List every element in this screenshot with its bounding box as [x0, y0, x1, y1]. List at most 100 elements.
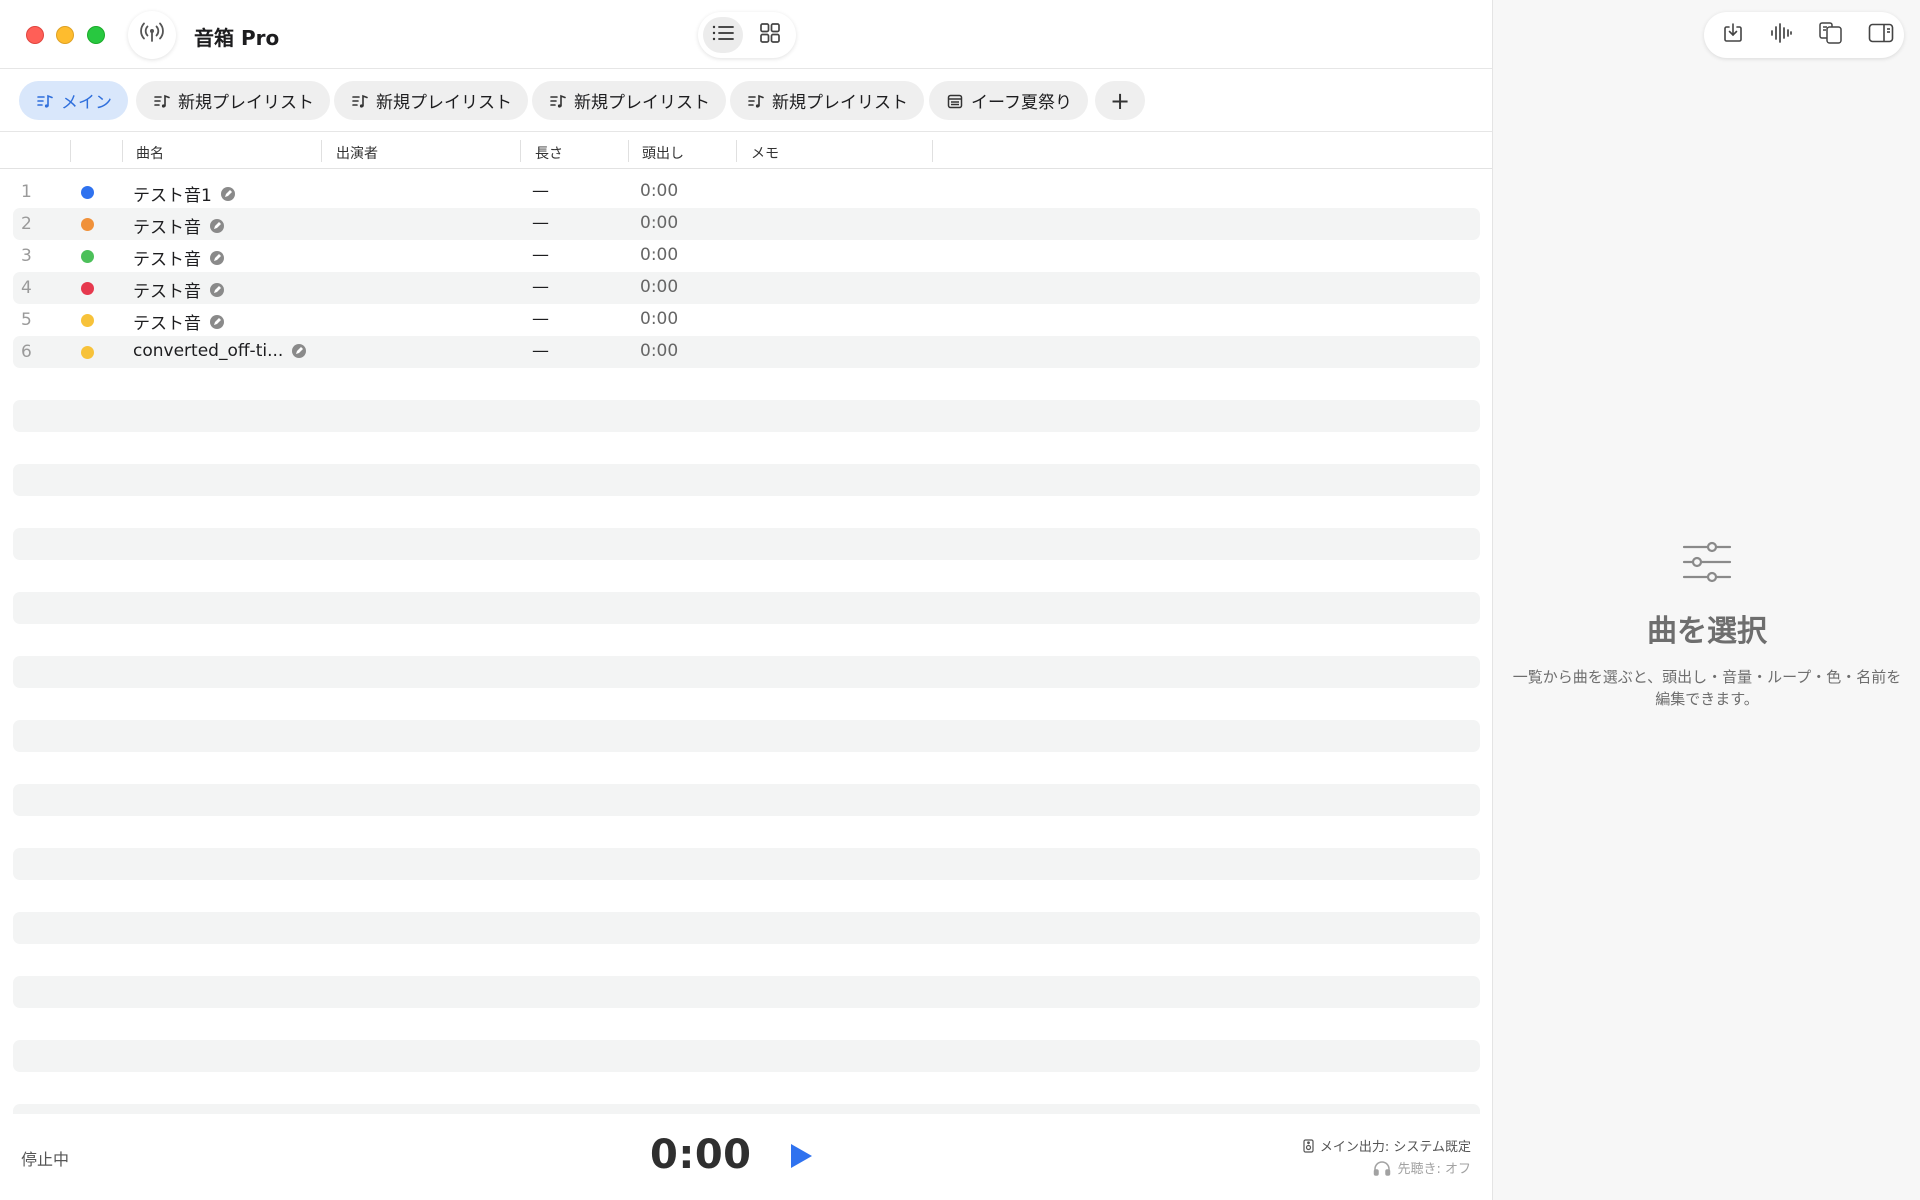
track-number: 2: [21, 214, 32, 234]
waveform-icon: [1769, 22, 1793, 48]
tab-main[interactable]: メイン: [19, 81, 128, 120]
track-title-cell: converted_off-ti...: [133, 341, 307, 361]
track-length: —: [532, 309, 549, 329]
track-cue: 0:00: [640, 245, 679, 265]
close-window-button[interactable]: [26, 26, 44, 44]
track-length: —: [532, 245, 549, 265]
edit-badge-icon[interactable]: [209, 218, 225, 234]
track-number: 6: [21, 342, 32, 362]
column-divider: [70, 140, 71, 162]
empty-row: [13, 912, 1480, 944]
track-cue: 0:00: [640, 277, 679, 297]
edit-badge-icon[interactable]: [209, 250, 225, 266]
import-button[interactable]: [1718, 21, 1748, 49]
minimize-window-button[interactable]: [56, 26, 74, 44]
track-title: テスト音: [133, 250, 201, 270]
table-row[interactable]: 5 テスト音 — 0:00: [13, 304, 1480, 336]
empty-row: [13, 784, 1480, 816]
broadcast-button[interactable]: [128, 11, 176, 59]
track-color-dot[interactable]: [81, 250, 94, 263]
track-color-dot[interactable]: [81, 186, 94, 199]
view-mode-switch: [698, 12, 796, 58]
speaker-icon: [1303, 1138, 1314, 1153]
music-list-icon: [154, 93, 170, 109]
track-length: —: [532, 277, 549, 297]
edit-badge-icon[interactable]: [209, 282, 225, 298]
track-number: 4: [21, 278, 32, 298]
empty-row: [13, 528, 1480, 560]
table-row[interactable]: 1 テスト音1 — 0:00: [13, 176, 1480, 208]
column-divider: [736, 140, 737, 162]
edit-badge-icon[interactable]: [209, 314, 225, 330]
edit-badge-icon[interactable]: [220, 186, 236, 202]
column-header-performer[interactable]: 出演者: [336, 143, 378, 163]
track-title-cell: テスト音: [133, 277, 225, 302]
sliders-icon: [1493, 540, 1920, 584]
column-header-length[interactable]: 長さ: [535, 143, 563, 163]
main-output-setting[interactable]: メイン出力: システム既定: [1303, 1136, 1471, 1155]
empty-row: [13, 1040, 1480, 1072]
tab-event[interactable]: イーフ夏祭り: [929, 81, 1088, 120]
list-view-button[interactable]: [703, 17, 743, 53]
music-list-icon: [748, 93, 764, 109]
track-color-dot[interactable]: [81, 314, 94, 327]
tab-label: イーフ夏祭り: [971, 93, 1072, 113]
toggle-sidebar-button[interactable]: [1866, 21, 1896, 49]
column-header-memo[interactable]: メモ: [751, 143, 779, 163]
track-length: —: [532, 341, 549, 361]
add-playlist-button[interactable]: +: [1095, 81, 1145, 120]
play-icon: [788, 1142, 814, 1174]
tab-playlist[interactable]: 新規プレイリスト: [730, 81, 924, 120]
copy-button[interactable]: [1816, 21, 1846, 49]
grid-icon: [759, 22, 781, 48]
list-icon: [711, 23, 735, 47]
tab-playlist[interactable]: 新規プレイリスト: [334, 81, 528, 120]
tab-label: 新規プレイリスト: [376, 93, 512, 113]
track-title: テスト音: [133, 314, 201, 334]
column-divider: [628, 140, 629, 162]
table-row[interactable]: 2 テスト音 — 0:00: [13, 208, 1480, 240]
column-header-title[interactable]: 曲名: [136, 143, 164, 163]
track-length: —: [532, 213, 549, 233]
empty-row: [13, 656, 1480, 688]
inspector-empty-description: 一覧から曲を選ぶと、頭出し・音量・ループ・色・名前を編集できます。: [1512, 668, 1902, 708]
tab-label: 新規プレイリスト: [772, 93, 908, 113]
transport-bar: 停止中 0:00 メイン出力: システム既定 先聴き: オフ: [0, 1114, 1492, 1200]
grid-view-button[interactable]: [750, 17, 790, 53]
track-color-dot[interactable]: [81, 218, 94, 231]
track-title: テスト音1: [133, 186, 212, 206]
tab-playlist[interactable]: 新規プレイリスト: [532, 81, 726, 120]
play-button[interactable]: [785, 1142, 817, 1174]
tab-label: メイン: [61, 93, 112, 113]
track-title: テスト音: [133, 282, 201, 302]
headphones-icon: [1373, 1160, 1391, 1176]
import-icon: [1722, 22, 1744, 48]
track-cue: 0:00: [640, 181, 679, 201]
column-divider: [520, 140, 521, 162]
preview-output-setting[interactable]: 先聴き: オフ: [1373, 1158, 1471, 1177]
playback-status: 停止中: [21, 1150, 70, 1169]
inspector-panel: 曲を選択 一覧から曲を選ぶと、頭出し・音量・ループ・色・名前を編集できます。: [1492, 0, 1920, 1200]
column-header-cue[interactable]: 頭出し: [642, 143, 684, 163]
table-row[interactable]: 4 テスト音 — 0:00: [13, 272, 1480, 304]
column-divider: [122, 140, 123, 162]
tab-playlist[interactable]: 新規プレイリスト: [136, 81, 330, 120]
zoom-window-button[interactable]: [87, 26, 105, 44]
music-list-icon: [352, 93, 368, 109]
waveform-button[interactable]: [1766, 21, 1796, 49]
main-window: 音箱 Pro メイン 新規プレイリスト 新規プレイリスト 新規プレイリスト 新規…: [0, 0, 1492, 1200]
broadcast-icon: [139, 20, 165, 50]
column-divider: [321, 140, 322, 162]
track-length: —: [532, 181, 549, 201]
table-row[interactable]: 3 テスト音 — 0:00: [13, 240, 1480, 272]
table-row[interactable]: 6 converted_off-ti... — 0:00: [13, 336, 1480, 368]
empty-row: [13, 464, 1480, 496]
track-number: 5: [21, 310, 32, 330]
edit-badge-icon[interactable]: [291, 343, 307, 359]
title-bar: 音箱 Pro: [0, 0, 1492, 69]
tab-label: 新規プレイリスト: [178, 93, 314, 113]
track-title-cell: テスト音1: [133, 181, 236, 206]
main-output-label: メイン出力: システム既定: [1319, 1140, 1471, 1155]
track-color-dot[interactable]: [81, 282, 94, 295]
track-color-dot[interactable]: [81, 346, 94, 359]
